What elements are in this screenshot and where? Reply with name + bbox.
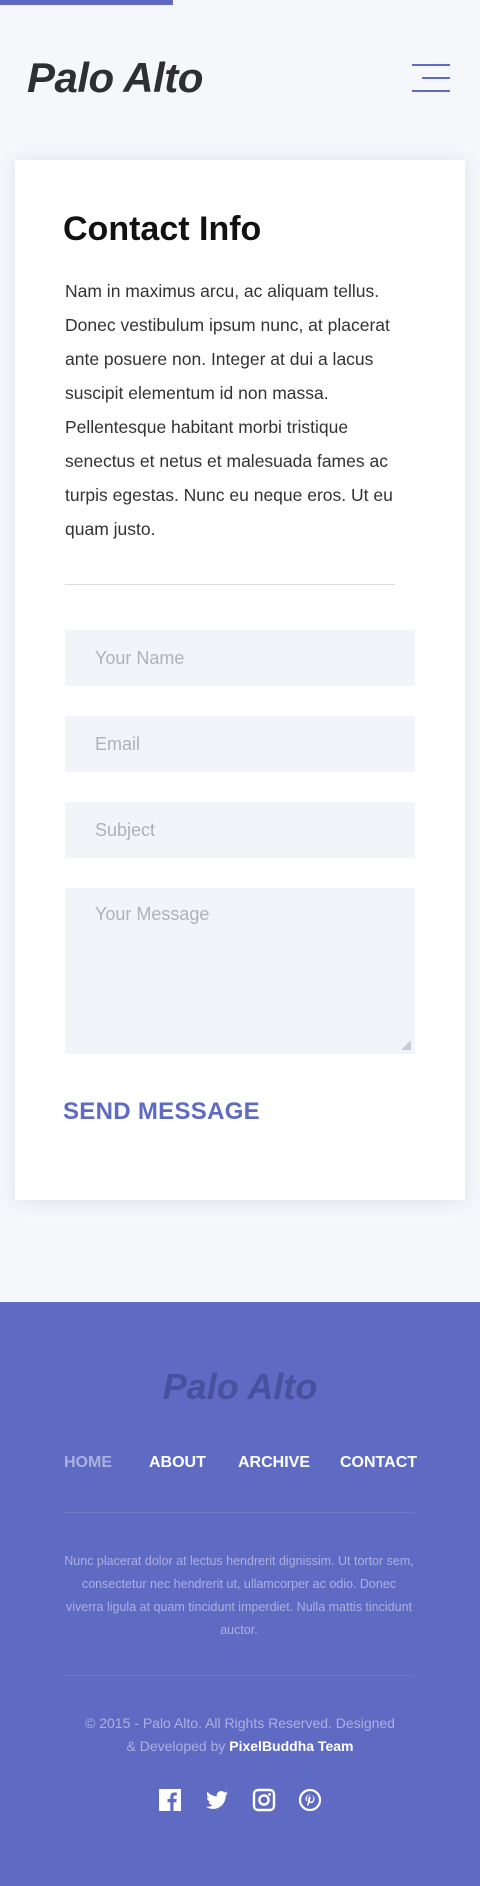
twitter-icon[interactable] bbox=[205, 1788, 229, 1812]
footer-divider bbox=[64, 1675, 414, 1676]
name-input[interactable] bbox=[65, 630, 415, 686]
email-input[interactable] bbox=[65, 716, 415, 772]
pinterest-icon[interactable] bbox=[298, 1788, 322, 1812]
subject-input[interactable] bbox=[65, 802, 415, 858]
footer-nav-archive[interactable]: ARCHIVE bbox=[238, 1454, 310, 1472]
footer-nav-contact[interactable]: CONTACT bbox=[340, 1454, 417, 1472]
reading-progress-fill bbox=[0, 0, 173, 5]
footer-divider bbox=[64, 1512, 414, 1513]
message-textarea[interactable] bbox=[65, 888, 415, 1054]
site-footer: Palo Alto HOME ABOUT ARCHIVE CONTACT Nun… bbox=[0, 1302, 480, 1886]
hamburger-menu-icon[interactable] bbox=[412, 64, 450, 94]
site-logo[interactable]: Palo Alto bbox=[27, 54, 203, 102]
resize-handle-icon[interactable] bbox=[401, 1040, 411, 1050]
facebook-icon[interactable] bbox=[158, 1788, 182, 1812]
contact-card: Contact Info Nam in maximus arcu, ac ali… bbox=[15, 160, 465, 1200]
footer-logo[interactable]: Palo Alto bbox=[0, 1366, 480, 1408]
contact-title: Contact Info bbox=[63, 210, 262, 248]
footer-nav-about[interactable]: ABOUT bbox=[149, 1454, 206, 1472]
footer-nav-home[interactable]: HOME bbox=[64, 1454, 112, 1472]
contact-description: Nam in maximus arcu, ac aliquam tellus. … bbox=[65, 281, 393, 539]
designer-link[interactable]: PixelBuddha Team bbox=[229, 1738, 353, 1754]
reading-progress-bar bbox=[0, 0, 480, 5]
instagram-icon[interactable] bbox=[252, 1788, 276, 1812]
footer-copyright: © 2015 - Palo Alto. All Rights Reserved.… bbox=[80, 1712, 400, 1758]
contact-divider bbox=[65, 584, 395, 585]
footer-nav: HOME ABOUT ARCHIVE CONTACT bbox=[0, 1454, 480, 1484]
footer-description: Nunc placerat dolor at lectus hendrerit … bbox=[64, 1554, 414, 1637]
send-message-button[interactable]: SEND MESSAGE bbox=[63, 1098, 260, 1126]
